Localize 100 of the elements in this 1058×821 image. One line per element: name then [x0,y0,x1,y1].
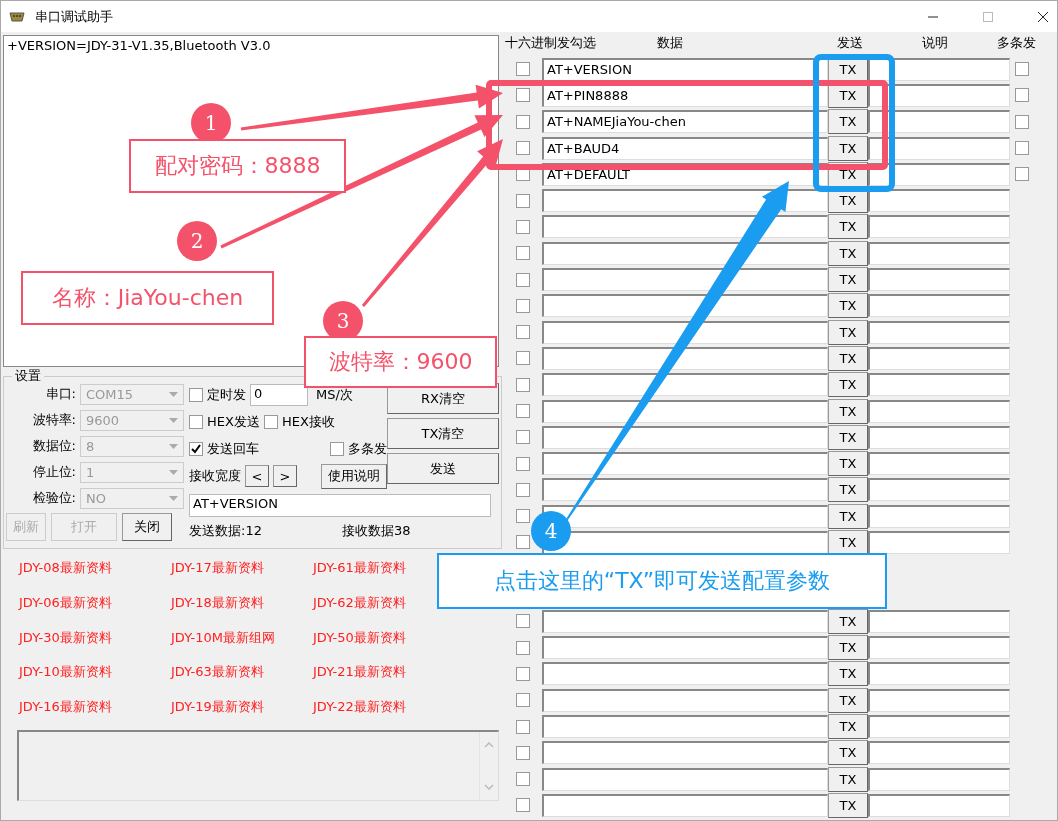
note-field[interactable] [868,609,1010,633]
note-field[interactable] [868,478,1010,502]
action-button[interactable]: TX清空 [387,418,499,449]
text-area[interactable] [17,730,499,801]
data-field[interactable] [542,715,828,739]
note-field[interactable] [868,662,1010,686]
send-button[interactable]: TX [828,214,868,240]
note-field[interactable] [868,294,1010,318]
send-button[interactable]: TX [828,424,868,450]
note-field[interactable] [868,57,1010,81]
note-field[interactable] [868,425,1010,449]
data-field[interactable] [542,268,828,291]
note-field[interactable] [868,636,1010,660]
data-field[interactable] [542,346,828,370]
data-field[interactable] [542,189,828,213]
multi-checkbox[interactable] [1015,88,1029,103]
note-field[interactable] [868,741,1010,765]
data-field[interactable]: AT+NAMEJiaYou-chen [542,110,828,134]
send-button[interactable]: TX [828,135,868,161]
note-field[interactable] [868,504,1010,528]
send-button[interactable]: TX [828,530,868,555]
note-field[interactable] [868,793,1010,817]
checkbox[interactable] [189,415,203,429]
data-field[interactable] [542,688,828,712]
send-button[interactable]: TX [828,398,868,424]
data-field[interactable] [542,294,828,318]
send-button[interactable]: TX [828,267,868,292]
data-field[interactable] [542,636,828,660]
multi-checkbox[interactable] [1015,62,1029,77]
send-button[interactable]: TX [828,345,868,371]
hex-checkbox[interactable] [516,272,530,287]
close-icon[interactable] [1037,10,1049,23]
note-field[interactable] [868,346,1010,370]
hex-checkbox[interactable] [516,640,530,655]
data-field[interactable] [542,425,828,449]
hex-checkbox[interactable] [516,246,530,261]
note-field[interactable] [868,688,1010,712]
send-button[interactable]: TX [828,240,868,266]
data-field[interactable] [542,241,828,265]
hex-checkbox[interactable] [516,666,530,681]
note-field[interactable] [868,189,1010,213]
hex-checkbox[interactable] [516,404,530,418]
multi-checkbox[interactable] [1015,167,1029,182]
note-field[interactable] [868,399,1010,423]
hex-checkbox[interactable] [516,509,530,524]
hex-checkbox[interactable] [516,614,530,629]
hex-checkbox[interactable] [516,693,530,708]
note-field[interactable] [868,320,1010,344]
hex-checkbox[interactable] [516,219,530,234]
hex-checkbox[interactable] [516,141,530,156]
data-field[interactable] [542,373,828,397]
checkbox[interactable] [330,442,344,456]
send-button[interactable]: TX [828,687,868,713]
hex-checkbox[interactable] [516,745,530,760]
hex-checkbox[interactable] [516,798,530,813]
send-button[interactable]: TX [828,661,868,687]
width-button[interactable]: > [273,465,297,487]
width-button[interactable]: < [245,465,269,487]
send-button[interactable]: TX [828,714,868,740]
note-field[interactable] [868,110,1010,134]
send-button[interactable]: TX [828,608,868,634]
hex-checkbox[interactable] [516,298,530,313]
data-field[interactable] [542,767,828,791]
send-field[interactable]: AT+VERSION [189,494,491,517]
send-button[interactable]: TX [828,319,868,345]
note-field[interactable] [868,715,1010,739]
send-button[interactable]: TX [828,451,868,477]
data-field[interactable] [542,452,828,476]
note-field[interactable] [868,136,1010,160]
hex-checkbox[interactable] [516,62,530,77]
data-field[interactable]: AT+VERSION [542,57,828,81]
note-field[interactable] [868,162,1010,186]
note-field[interactable] [868,452,1010,476]
note-field[interactable] [868,215,1010,239]
data-field[interactable] [542,662,828,686]
checkbox[interactable] [189,442,203,456]
help-button[interactable]: 使用说明 [321,463,387,489]
hex-checkbox[interactable] [516,456,530,471]
send-button[interactable]: TX [828,503,868,529]
hex-checkbox[interactable] [516,535,530,550]
data-field[interactable] [542,609,828,633]
note-field[interactable] [868,241,1010,265]
data-field[interactable] [542,320,828,344]
send-button[interactable]: TX [828,792,868,818]
hex-checkbox[interactable] [516,325,530,340]
hex-checkbox[interactable] [516,88,530,103]
send-button[interactable]: TX [828,109,868,135]
checkbox[interactable] [189,388,203,402]
hex-checkbox[interactable] [516,377,530,392]
data-field[interactable] [542,215,828,239]
send-button[interactable]: TX [828,477,868,503]
hex-checkbox[interactable] [516,772,530,787]
multi-checkbox[interactable] [1015,114,1029,129]
interval-field[interactable]: 0 [250,384,308,406]
hex-checkbox[interactable] [516,114,530,129]
data-field[interactable]: AT+BAUD4 [542,136,828,160]
note-field[interactable] [868,373,1010,397]
checkbox[interactable] [263,415,278,429]
data-field[interactable] [542,478,828,502]
hex-checkbox[interactable] [516,430,530,445]
